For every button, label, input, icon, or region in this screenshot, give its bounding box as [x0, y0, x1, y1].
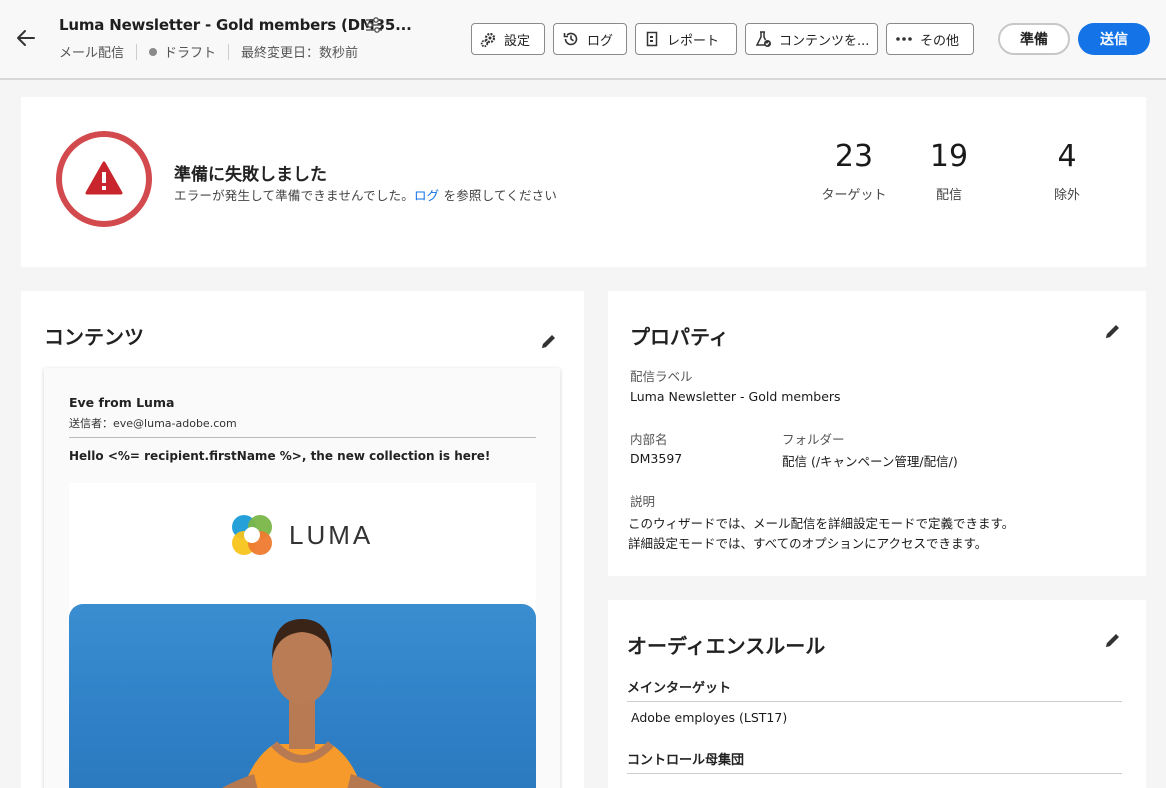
internal-name-value: DM3597: [630, 451, 683, 466]
flask-check-icon: [755, 31, 771, 47]
more-button[interactable]: その他: [886, 23, 974, 55]
channel-label: メール配信: [59, 46, 125, 61]
settings-button-label: 設定: [504, 33, 531, 49]
pencil-icon[interactable]: [539, 331, 559, 351]
divider: [136, 43, 138, 60]
luma-logo-text: LUMA: [289, 519, 374, 550]
audience-rules-card: オーディエンスルール メインターゲット Adobe employes (LST1…: [608, 600, 1146, 788]
stat-value: 19: [929, 139, 969, 174]
stat-label: 除外: [1053, 188, 1080, 203]
more-button-label: その他: [920, 33, 960, 49]
status-dot: [149, 47, 158, 56]
pencil-icon[interactable]: [1103, 630, 1123, 650]
divider: [627, 773, 1122, 774]
delivery-label-value: Luma Newsletter - Gold members: [630, 389, 841, 404]
back-arrow-icon[interactable]: [14, 26, 38, 50]
content-test-button-label: コンテンツを...: [779, 33, 870, 49]
internal-name-caption: 内部名: [630, 432, 668, 447]
content-test-button[interactable]: コンテンツを...: [745, 23, 878, 55]
error-warning-icon: [56, 131, 152, 227]
sender-address: 送信者：eve@luma-adobe.com: [69, 417, 237, 430]
sliders-icon[interactable]: [364, 16, 384, 34]
stat-delivered: 19 配信: [914, 139, 984, 203]
report-button-label: レポート: [667, 33, 720, 49]
delivery-label-caption: 配信ラベル: [630, 369, 693, 384]
report-icon: [646, 31, 658, 47]
report-button[interactable]: レポート: [635, 23, 737, 55]
history-icon: [563, 32, 578, 46]
stat-value: 4: [1057, 139, 1077, 174]
more-icon: [896, 37, 912, 41]
divider: [69, 437, 536, 438]
logs-link[interactable]: ログ: [414, 188, 439, 203]
gear-icon: [480, 32, 496, 47]
meditation-photo: [222, 619, 383, 788]
content-title: コンテンツ: [44, 325, 144, 349]
status-message-suffix: を参照してください: [443, 188, 558, 203]
content-card: コンテンツ Eve from Luma 送信者：eve@luma-adobe.c…: [21, 291, 584, 788]
luma-logo: LUMA: [229, 512, 373, 558]
state-label: ドラフト: [164, 46, 217, 61]
folder-value: 配信 (/キャンペーン管理/配信/): [782, 454, 958, 469]
stat-target: 23 ターゲット: [814, 139, 894, 203]
logs-button[interactable]: ログ: [553, 23, 627, 55]
preparation-status-card: 準備に失敗しました エラーが発生して準備できませんでした。ログ を参照してくださ…: [21, 97, 1146, 267]
hero-image: [69, 604, 536, 788]
page-title: Luma Newsletter - Gold members (DM35...: [59, 16, 412, 34]
stat-label: ターゲット: [821, 188, 887, 203]
luma-logo-icon: [232, 515, 272, 555]
audience-title: オーディエンスルール: [627, 634, 826, 658]
stat-value: 23: [834, 139, 874, 174]
stat-excluded: 4 除外: [1032, 139, 1102, 203]
description-line-2: 詳細設定モードでは、すべてのオプションにアクセスできます。: [628, 536, 988, 551]
control-group-caption: コントロール母集団: [627, 753, 745, 768]
description-caption: 説明: [630, 494, 656, 509]
divider: [228, 43, 230, 60]
divider: [627, 701, 1122, 702]
email-body: LUMA: [69, 483, 536, 788]
description-line-1: このウィザードでは、メール配信を詳細設定モードで定義できます。: [628, 516, 1015, 531]
pencil-icon[interactable]: [1103, 321, 1123, 341]
email-preview[interactable]: Eve from Luma 送信者：eve@luma-adobe.com Hel…: [44, 368, 560, 788]
folder-caption: フォルダー: [782, 432, 845, 447]
email-subject: Hello <%= recipient.firstName %>, the ne…: [69, 449, 491, 463]
status-message-text: エラーが発生して準備できませんでした。: [174, 188, 414, 203]
properties-card: プロパティ 配信ラベル Luma Newsletter - Gold membe…: [608, 291, 1146, 576]
main-target-value[interactable]: Adobe employes (LST17): [631, 710, 787, 725]
logs-button-label: ログ: [587, 33, 614, 49]
sender-name: Eve from Luma: [69, 395, 175, 410]
status-subline: メール配信 ドラフト 最終変更日：数秒前: [59, 42, 358, 61]
main-target-caption: メインターゲット: [627, 681, 732, 696]
prepare-button[interactable]: 準備: [998, 23, 1070, 55]
stat-label: 配信: [935, 188, 962, 203]
settings-button[interactable]: 設定: [471, 23, 545, 55]
modified-label: 最終変更日：数秒前: [241, 46, 359, 61]
status-message: エラーが発生して準備できませんでした。ログ を参照してください: [174, 185, 557, 204]
properties-title: プロパティ: [630, 325, 729, 349]
header-bar: Luma Newsletter - Gold members (DM35... …: [0, 0, 1166, 80]
send-button[interactable]: 送信: [1078, 23, 1150, 55]
status-title: 準備に失敗しました: [174, 165, 327, 185]
